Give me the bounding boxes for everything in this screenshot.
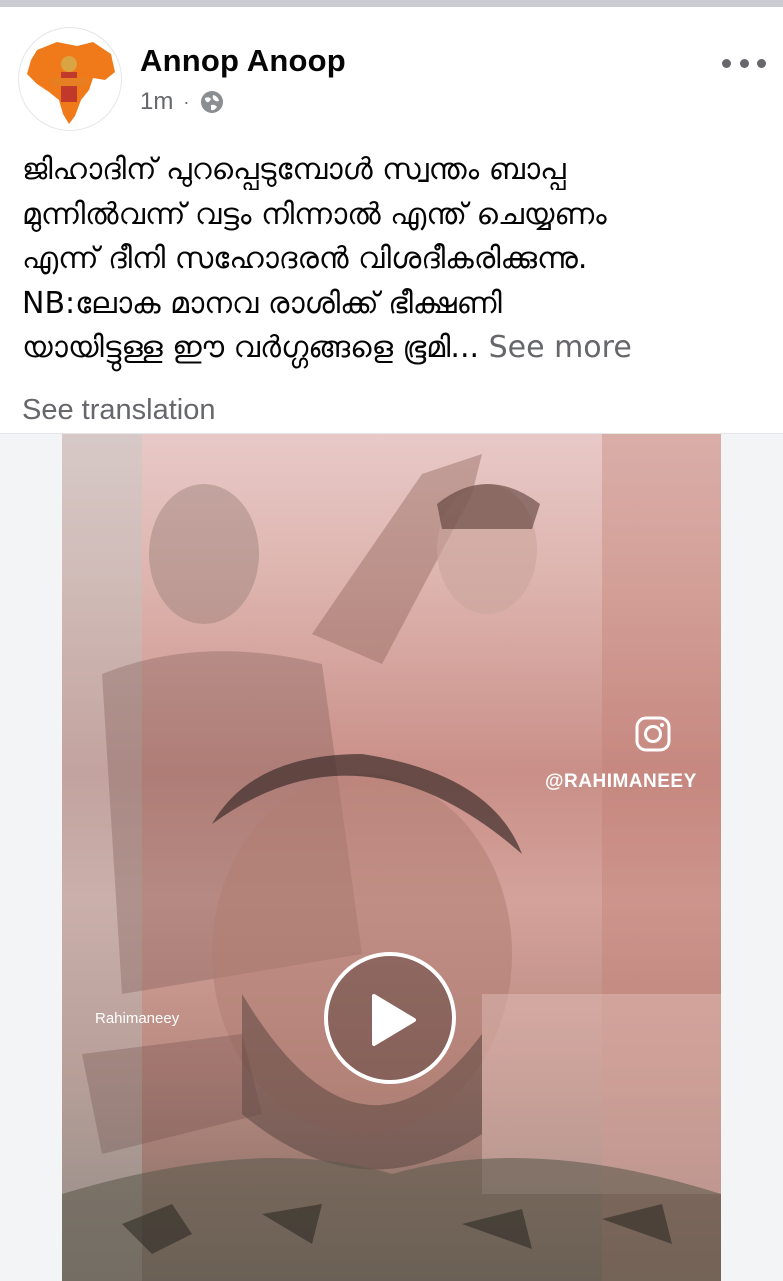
top-divider (0, 0, 783, 7)
post-header: Annop Anoop 1m · (0, 7, 783, 131)
see-more-link[interactable]: See more (489, 330, 632, 365)
video-frame-art (62, 434, 721, 1281)
post-timestamp[interactable]: 1m (140, 88, 173, 116)
post-text-line: എന്ന് ദീനി സഹോദരൻ വിശദീകരിക്കുന്നു. (22, 241, 588, 276)
globe-icon (201, 91, 224, 113)
post-text-last-line: യായിട്ടുള്ള ഈ വർഗ്ഗങ്ങളെ ഭൂമി... See mor… (22, 326, 762, 371)
post-text-line: NB:ലോക മാനവ രാശിക്ക് ഭീക്ഷണി (22, 285, 502, 321)
meta-separator: · (183, 91, 190, 112)
play-icon (372, 994, 416, 1046)
avatar[interactable] (18, 27, 122, 131)
more-dot-icon (739, 58, 749, 68)
post-text-line: യായിട്ടുള്ള ഈ വർഗ്ഗങ്ങളെ ഭൂമി... (22, 330, 480, 365)
more-dot-icon (757, 58, 766, 68)
post-meta: 1m · (140, 87, 225, 117)
media-container: @RAHIMANEEY Rahimaneey (0, 433, 783, 1281)
instagram-handle: @RAHIMANEEY (545, 771, 697, 792)
play-button[interactable] (324, 952, 456, 1084)
video-watermark: Rahimaneey (95, 1010, 180, 1027)
author-name[interactable]: Annop Anoop (140, 43, 346, 79)
post-text: ജിഹാദിന് പുറപ്പെടുമ്പോൾ സ്വന്തം ബാപ്പ മു… (22, 148, 762, 371)
instagram-icon (635, 716, 671, 752)
more-dot-icon (722, 58, 731, 68)
post-text-line: മുന്നിൽവന്ന് വട്ടം നിന്നാൽ എന്ത് ചെയ്യണം (22, 196, 607, 232)
see-translation-link[interactable]: See translation (22, 394, 215, 427)
post-text-line: ജിഹാദിന് പുറപ്പെടുമ്പോൾ സ്വന്തം ബാപ്പ (22, 152, 566, 187)
more-options-button[interactable] (722, 53, 766, 73)
video-thumbnail[interactable]: @RAHIMANEEY Rahimaneey (62, 434, 721, 1281)
